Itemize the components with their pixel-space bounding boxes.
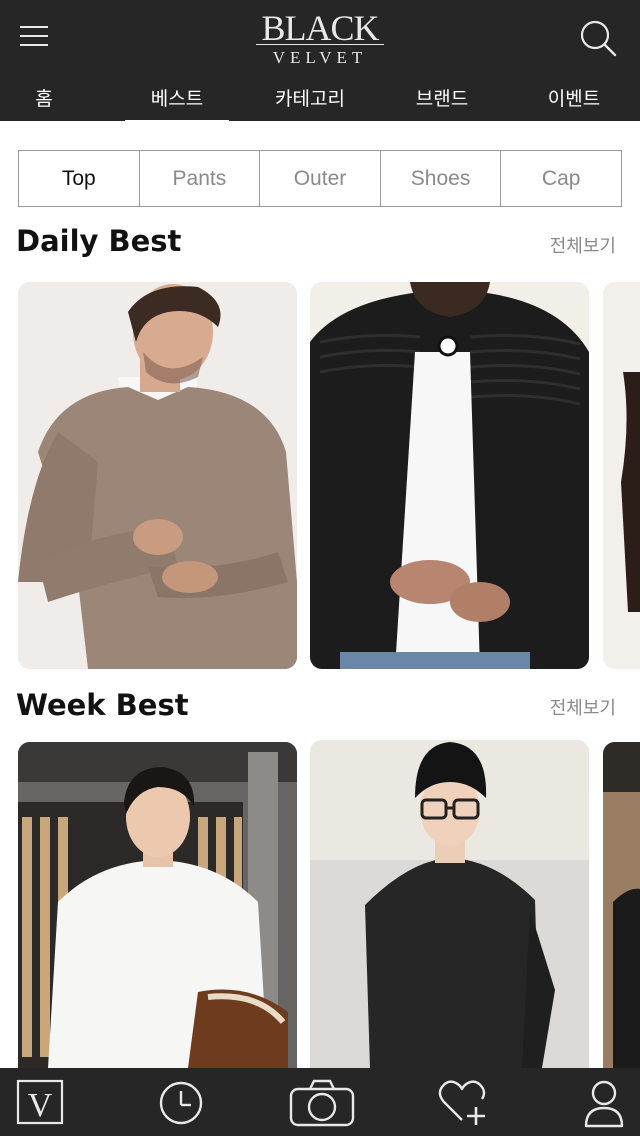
- nav-tab-brand[interactable]: 브랜드: [396, 84, 488, 121]
- brand-logo[interactable]: BLACK VELVET: [250, 10, 390, 70]
- category-tab-top[interactable]: Top: [19, 151, 139, 206]
- nav-tab-category[interactable]: 카테고리: [260, 84, 360, 121]
- hamburger-menu-icon[interactable]: [20, 24, 48, 48]
- category-tab-outer[interactable]: Outer: [259, 151, 380, 206]
- daily-best-see-all-link[interactable]: 전체보기: [550, 232, 616, 258]
- nav-tab-home[interactable]: 홈: [14, 84, 74, 121]
- logo-text-top: BLACK: [261, 8, 379, 48]
- product-image: [603, 742, 640, 1068]
- top-header: BLACK VELVET 홈 베스트 카테고리 브랜드 이벤트: [0, 0, 640, 121]
- product-image: [603, 282, 640, 669]
- bottom-tab-bar: V: [0, 1068, 640, 1136]
- week-best-title: Week Best: [16, 688, 189, 722]
- heart-plus-icon[interactable]: [434, 1076, 494, 1128]
- week-best-see-all-link[interactable]: 전체보기: [550, 694, 616, 720]
- product-card-white-sweater[interactable]: [18, 742, 297, 1068]
- active-tab-indicator: [125, 120, 229, 123]
- logo-text-bottom: VELVET: [272, 48, 368, 67]
- nav-tab-best[interactable]: 베스트: [125, 84, 229, 121]
- nav-tab-event[interactable]: 이벤트: [528, 84, 620, 121]
- profile-icon[interactable]: [574, 1076, 634, 1128]
- clock-icon[interactable]: [151, 1076, 211, 1128]
- category-tabs: Top Pants Outer Shoes Cap: [18, 150, 622, 207]
- search-icon[interactable]: [578, 18, 618, 58]
- product-image: [18, 282, 297, 669]
- product-card-black-sweater[interactable]: [310, 740, 589, 1068]
- svg-text:V: V: [28, 1087, 53, 1124]
- product-image: [310, 740, 589, 1068]
- product-card-partial[interactable]: [603, 282, 640, 669]
- product-card-partial-2[interactable]: [603, 742, 640, 1068]
- product-card-black-jacket[interactable]: [310, 282, 589, 669]
- product-card-beige-sweater[interactable]: [18, 282, 297, 669]
- product-image: [18, 742, 297, 1068]
- v-logo-icon[interactable]: V: [10, 1076, 70, 1128]
- category-tab-cap[interactable]: Cap: [500, 151, 621, 206]
- product-image: [310, 282, 589, 669]
- daily-best-title: Daily Best: [16, 224, 182, 258]
- main-nav: 홈 베스트 카테고리 브랜드 이벤트: [0, 84, 640, 121]
- category-tab-pants[interactable]: Pants: [138, 151, 260, 206]
- camera-icon[interactable]: [288, 1076, 356, 1128]
- category-tab-shoes[interactable]: Shoes: [379, 151, 501, 206]
